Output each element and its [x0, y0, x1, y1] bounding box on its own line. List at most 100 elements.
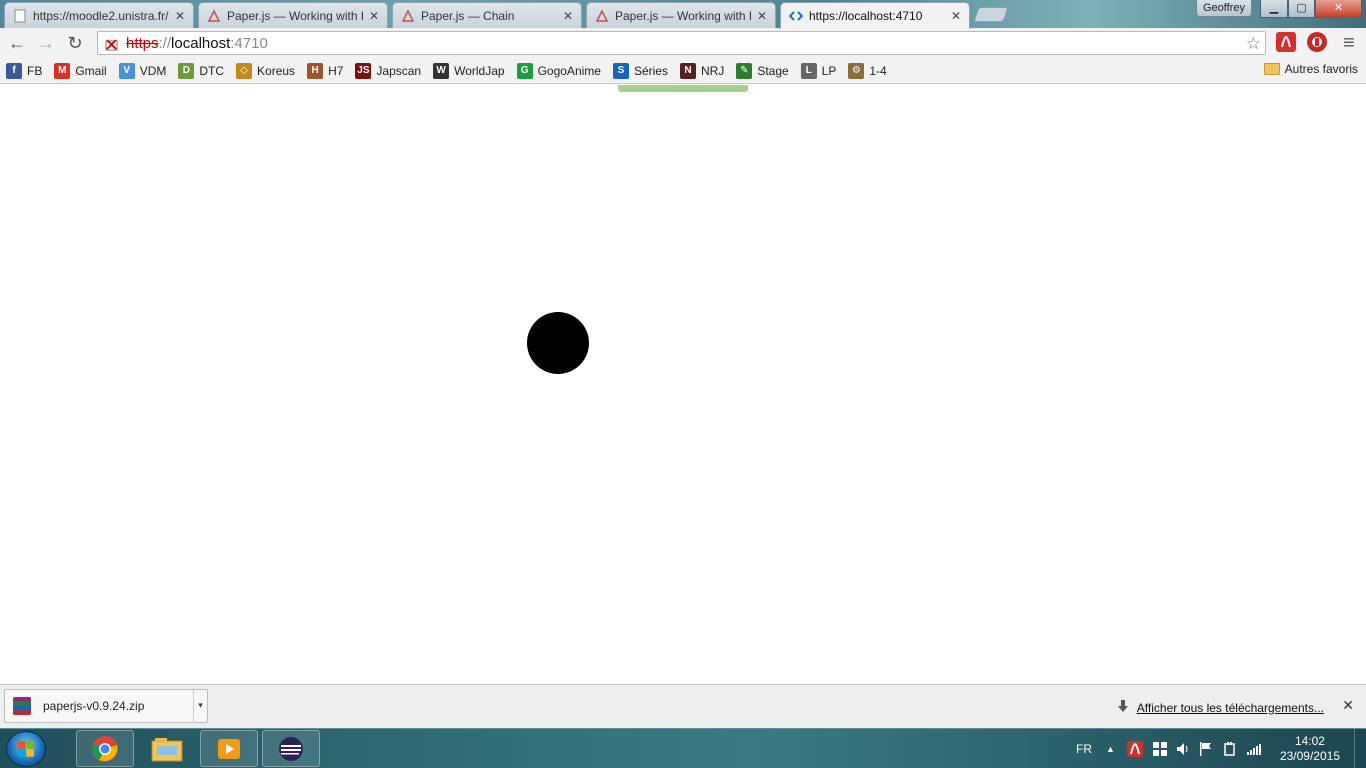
winrar-archive-icon: [13, 697, 31, 715]
bookmark-label: GogoAnime: [537, 63, 601, 78]
tray-expand-icon[interactable]: ▲: [1106, 729, 1115, 768]
language-indicator[interactable]: FR: [1076, 729, 1092, 768]
url-scheme: https: [126, 34, 159, 52]
bookmark-worldjap[interactable]: W WorldJap: [433, 62, 505, 79]
bookmark-label: Séries: [633, 63, 668, 78]
bookmark-label: H7: [328, 63, 344, 78]
tab-localhost[interactable]: https://localhost:4710 ✕: [780, 2, 970, 29]
bookmark-star-icon[interactable]: ☆: [1246, 34, 1261, 54]
tab-paperjs-chain[interactable]: Paper.js — Chain ✕: [392, 2, 582, 28]
bookmark-gogoanime[interactable]: G GogoAnime: [516, 62, 601, 79]
media-player-icon[interactable]: [200, 730, 258, 767]
page-icon: [13, 9, 27, 23]
page-canvas[interactable]: [0, 85, 1366, 684]
series-icon: S: [612, 62, 629, 79]
tab-close-icon[interactable]: ✕: [563, 9, 573, 23]
forward-button[interactable]: →: [35, 32, 57, 54]
network-signal-icon[interactable]: [1246, 729, 1262, 768]
show-all-downloads-label: Afficher tous les téléchargements...: [1136, 700, 1324, 715]
bookmark-fb[interactable]: f FB: [6, 62, 43, 79]
h7-icon: H: [307, 62, 324, 79]
url-separator: ://: [158, 34, 172, 52]
bookmark-nrj[interactable]: N NRJ: [679, 62, 724, 79]
bookmark-s-ries[interactable]: S Séries: [612, 62, 668, 79]
action-center-flag-icon[interactable]: [1199, 729, 1213, 768]
insecure-lock-icon[interactable]: [104, 35, 120, 51]
download-arrow-icon: [1117, 699, 1129, 716]
bookmark-vdm[interactable]: V VDM: [118, 62, 166, 79]
green-indicator-bar: [618, 85, 748, 92]
tab-close-icon[interactable]: ✕: [757, 9, 767, 23]
adblock-extension-icon[interactable]: [1307, 32, 1327, 52]
bookmark-label: Japscan: [376, 63, 422, 78]
bookmark-label: FB: [27, 63, 43, 78]
power-icon[interactable]: [1222, 729, 1238, 768]
eclipse-icon[interactable]: [262, 730, 320, 767]
new-tab-button[interactable]: [973, 7, 1009, 22]
tab-paperjs-working-2[interactable]: Paper.js — Working with P ✕: [586, 2, 776, 28]
bookmark-label: Stage: [757, 63, 789, 78]
address-bar[interactable]: https :// localhost :4710 ☆: [97, 31, 1266, 55]
tab-paperjs-working[interactable]: Paper.js — Working with P ✕: [198, 2, 388, 28]
url-host: localhost: [171, 34, 231, 52]
url-port: :4710: [230, 34, 268, 52]
close-shelf-icon[interactable]: ✕: [1342, 697, 1354, 714]
avira-tray-icon[interactable]: [1127, 729, 1143, 768]
paperjs-icon: [401, 8, 415, 23]
lp-icon: L: [800, 62, 817, 79]
tab-close-icon[interactable]: ✕: [175, 9, 185, 23]
paperjs-icon: [207, 8, 221, 23]
show-desktop-button[interactable]: [1354, 729, 1366, 768]
paperjs-icon: [595, 8, 609, 23]
clock-date: 23/09/2015: [1279, 749, 1340, 763]
clock-time: 14:02: [1294, 734, 1325, 748]
windows-taskbar: FR ▲ 14:02 23/09/2015: [0, 728, 1366, 768]
dtc-icon: D: [178, 62, 195, 79]
bookmark-1-4[interactable]: ⚙ 1-4: [848, 62, 887, 79]
title-bar: https://moodle2.unistra.fr/ ✕ Paper.js —…: [0, 0, 1366, 29]
reload-button[interactable]: ↻: [64, 32, 86, 54]
black-circle[interactable]: [527, 312, 589, 374]
bookmark-gmail[interactable]: M Gmail: [54, 62, 107, 79]
folder-icon: [1263, 63, 1280, 75]
start-button[interactable]: [6, 731, 46, 767]
japscan-icon: JS: [355, 62, 372, 79]
volume-icon[interactable]: [1175, 729, 1191, 768]
bookmark-label: Koreus: [257, 63, 296, 78]
bookmark-dtc[interactable]: D DTC: [178, 62, 224, 79]
bookmark-koreus[interactable]: ◇ Koreus: [236, 62, 296, 79]
worldjap-icon: W: [433, 62, 450, 79]
tab-title: Paper.js — Chain: [421, 8, 515, 23]
other-bookmarks-label: Autres favoris: [1284, 62, 1358, 76]
show-all-downloads-link[interactable]: Afficher tous les téléchargements...: [1117, 699, 1324, 716]
taskbar-clock[interactable]: 14:02 23/09/2015: [1280, 734, 1340, 764]
browser-toolbar: ← → ↻ https :// localhost :4710 ☆ ≡: [0, 28, 1366, 58]
bookmark-lp[interactable]: L LP: [800, 62, 837, 79]
minimize-button[interactable]: ▁: [1260, 0, 1288, 18]
tab-close-icon[interactable]: ✕: [369, 9, 379, 23]
maximize-button[interactable]: ▢: [1288, 0, 1315, 18]
avira-extension-icon[interactable]: [1276, 32, 1296, 52]
menu-icon[interactable]: ≡: [1338, 32, 1360, 54]
download-item[interactable]: paperjs-v0.9.24.zip ▾: [4, 689, 208, 723]
stage-icon: ✎: [736, 62, 753, 79]
bookmark-japscan[interactable]: JS Japscan: [355, 62, 422, 79]
other-bookmarks[interactable]: Autres favoris: [1263, 62, 1358, 76]
one-four-icon: ⚙: [848, 62, 865, 79]
download-options-button[interactable]: ▾: [193, 690, 207, 722]
back-button[interactable]: ←: [6, 32, 28, 54]
bookmark-stage[interactable]: ✎ Stage: [736, 62, 789, 79]
bookmark-h7[interactable]: H H7: [307, 62, 344, 79]
windows-update-icon[interactable]: [1152, 729, 1168, 768]
tab-title: Paper.js — Working with P: [227, 8, 363, 23]
tab-moodle[interactable]: https://moodle2.unistra.fr/ ✕: [4, 2, 194, 28]
tab-close-icon[interactable]: ✕: [951, 9, 961, 23]
explorer-icon[interactable]: [138, 730, 196, 767]
gmail-icon: M: [54, 62, 71, 79]
chrome-icon[interactable]: [76, 730, 134, 767]
bookmark-label: Gmail: [75, 63, 107, 78]
close-window-button[interactable]: ✕: [1315, 0, 1362, 18]
bookmark-label: LP: [821, 63, 837, 78]
tab-title: https://moodle2.unistra.fr/: [33, 8, 169, 23]
profile-button[interactable]: Geoffrey: [1196, 0, 1252, 17]
